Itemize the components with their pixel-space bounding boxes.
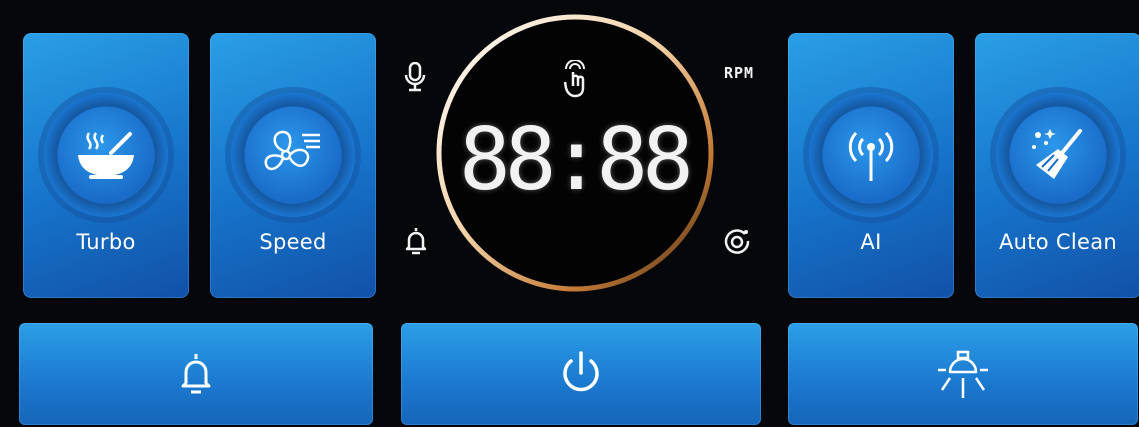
range-hood-control-panel: Turbo Speed AI Auto Clean 88:88 RPM	[0, 0, 1139, 427]
ai-label: AI	[860, 230, 882, 254]
auto-clean-button[interactable]: Auto Clean	[975, 33, 1139, 298]
turbo-icon-ring	[44, 93, 168, 217]
ai-icon-ring	[809, 93, 933, 217]
fan-speed-icon	[264, 130, 320, 171]
microphone-icon	[404, 62, 426, 92]
speed-label: Speed	[259, 230, 327, 254]
light-icon	[938, 350, 988, 398]
rpm-indicator: RPM	[724, 64, 755, 82]
power-icon	[563, 351, 599, 392]
auto-clean-icon-ring	[996, 93, 1120, 217]
time-display: 88:88	[459, 110, 694, 210]
speed-icon-ring	[231, 93, 355, 217]
auto-clean-label: Auto Clean	[998, 230, 1118, 254]
ai-button[interactable]: AI	[788, 33, 954, 298]
turbo-label: Turbo	[76, 230, 136, 254]
bell-icon	[405, 228, 427, 255]
light-button[interactable]	[788, 323, 1138, 425]
timer-icon	[724, 229, 750, 254]
alarm-button[interactable]	[19, 323, 373, 425]
power-button[interactable]	[401, 323, 761, 425]
gesture-hand-icon	[563, 60, 585, 98]
speed-button[interactable]: Speed	[210, 33, 376, 298]
wireless-antenna-icon	[848, 131, 894, 181]
bell-icon	[181, 354, 211, 394]
turbo-button[interactable]: Turbo	[23, 33, 189, 298]
cooking-pot-icon	[78, 132, 134, 179]
broom-icon	[1032, 129, 1082, 179]
